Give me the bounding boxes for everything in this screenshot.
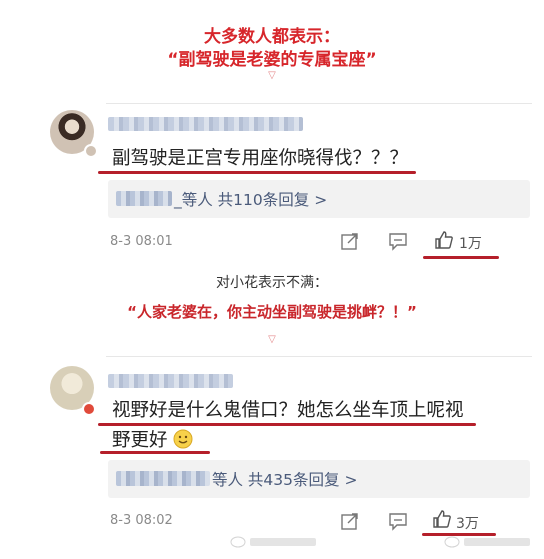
share-icon[interactable]: [340, 231, 360, 251]
reply-names-blurred: [116, 191, 172, 206]
red-underline: [423, 256, 499, 259]
watermark-logo: [230, 534, 320, 554]
comment-time: 8-3 08:01: [110, 234, 173, 249]
red-underline: [98, 423, 476, 426]
share-icon[interactable]: [340, 511, 360, 531]
smiley-emoji-icon: [173, 429, 193, 449]
comment-icon[interactable]: [388, 231, 408, 251]
comment-text: 视野好是什么鬼借口？她怎么坐车顶上呢视 野更好: [112, 396, 492, 456]
divider: [106, 103, 532, 104]
comment-time: 8-3 08:02: [110, 513, 173, 528]
like-count: 3万: [456, 516, 479, 532]
username-blurred[interactable]: [108, 117, 303, 131]
caption-quote-red: “人家老婆在，你主动坐副驾驶是挑衅？！”: [127, 303, 417, 321]
thumbs-up-icon[interactable]: [434, 230, 454, 250]
comment-icon[interactable]: [388, 511, 408, 531]
thumbs-up-icon[interactable]: [432, 509, 452, 529]
reply-summary-text: 等人 共435条回复 >: [212, 471, 358, 489]
divider: [106, 356, 532, 357]
comment-line-2-text: 野更好: [112, 430, 168, 451]
reply-summary-box[interactable]: 等人 共435条回复 >: [108, 460, 530, 498]
down-arrow-icon: ▽: [268, 70, 276, 81]
reply-names-blurred: [116, 471, 210, 486]
username-blurred[interactable]: [108, 374, 233, 388]
red-underline: [98, 171, 416, 174]
caption-quote: “副驾驶是老婆的专属宝座”: [167, 50, 377, 70]
reply-summary-box[interactable]: _等人 共110条回复 >: [108, 180, 530, 218]
down-arrow-icon: ▽: [268, 334, 276, 345]
avatar-badge: [82, 402, 96, 416]
comment-text: 副驾驶是正宫专用座你晓得伐？？？: [112, 148, 409, 169]
comment-line-1: 视野好是什么鬼借口？她怎么坐车顶上呢视: [112, 400, 464, 421]
caption-title: 大多数人都表示：: [204, 27, 340, 47]
red-underline: [100, 451, 210, 454]
watermark-logo: [444, 534, 534, 554]
caption-plain: 对小花表示不满：: [216, 275, 328, 291]
like-count: 1万: [459, 236, 482, 252]
reply-summary-text: _等人 共110条回复 >: [174, 191, 328, 209]
avatar-badge: [84, 144, 98, 158]
